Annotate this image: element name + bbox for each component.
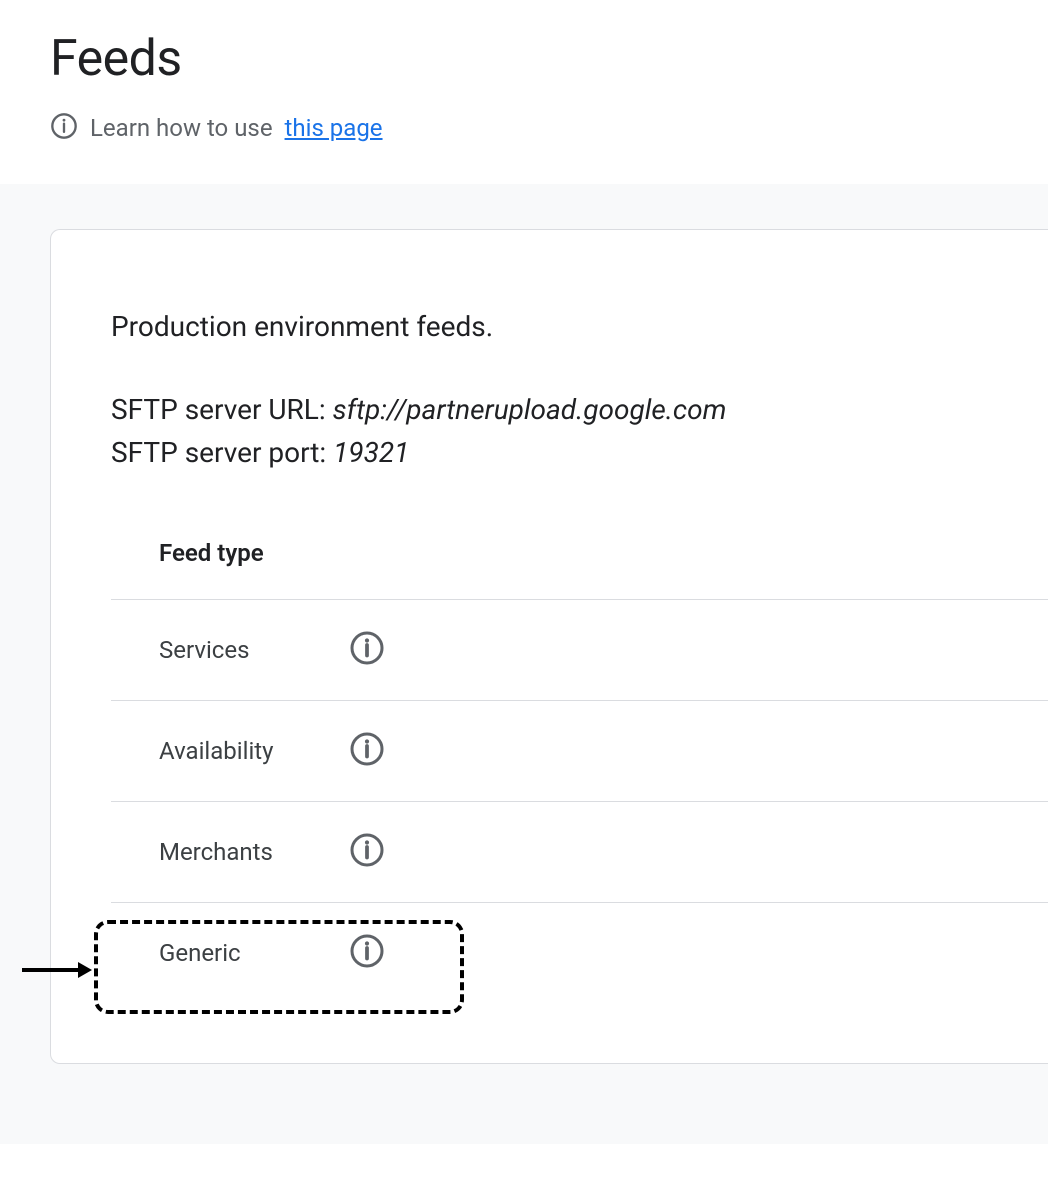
- info-icon[interactable]: [349, 933, 385, 973]
- info-icon[interactable]: [349, 832, 385, 872]
- feeds-card: Production environment feeds. SFTP serve…: [50, 229, 1048, 1064]
- sftp-url-line: SFTP server URL: sftp://partnerupload.go…: [111, 393, 1048, 426]
- feed-label: Merchants: [159, 838, 309, 866]
- info-icon: [50, 112, 78, 144]
- info-icon[interactable]: [349, 731, 385, 771]
- feed-label: Services: [159, 636, 309, 664]
- learn-text: Learn how to use: [90, 114, 273, 142]
- sftp-port-line: SFTP server port: 19321: [111, 436, 1048, 469]
- table-row[interactable]: Availability: [111, 701, 1048, 802]
- table-row[interactable]: Services: [111, 600, 1048, 701]
- sftp-url-label: SFTP server URL:: [111, 393, 333, 426]
- feed-table: Feed type Services Availability Merchant…: [111, 539, 1048, 1003]
- sftp-port-value: 19321: [333, 436, 409, 469]
- content-area: Production environment feeds. SFTP serve…: [0, 184, 1048, 1144]
- card-title: Production environment feeds.: [111, 310, 1048, 343]
- info-icon[interactable]: [349, 630, 385, 670]
- page-header: Feeds Learn how to use this page: [0, 0, 1048, 184]
- sftp-port-label: SFTP server port:: [111, 436, 333, 469]
- page-title: Feeds: [50, 30, 998, 88]
- learn-link[interactable]: this page: [285, 114, 383, 142]
- sftp-url-value: sftp://partnerupload.google.com: [333, 393, 727, 426]
- table-header-feed-type: Feed type: [111, 539, 1048, 600]
- feed-label: Generic: [159, 939, 309, 967]
- feed-label: Availability: [159, 737, 309, 765]
- table-row[interactable]: Generic: [111, 903, 1048, 1003]
- learn-row: Learn how to use this page: [50, 112, 998, 144]
- table-row[interactable]: Merchants: [111, 802, 1048, 903]
